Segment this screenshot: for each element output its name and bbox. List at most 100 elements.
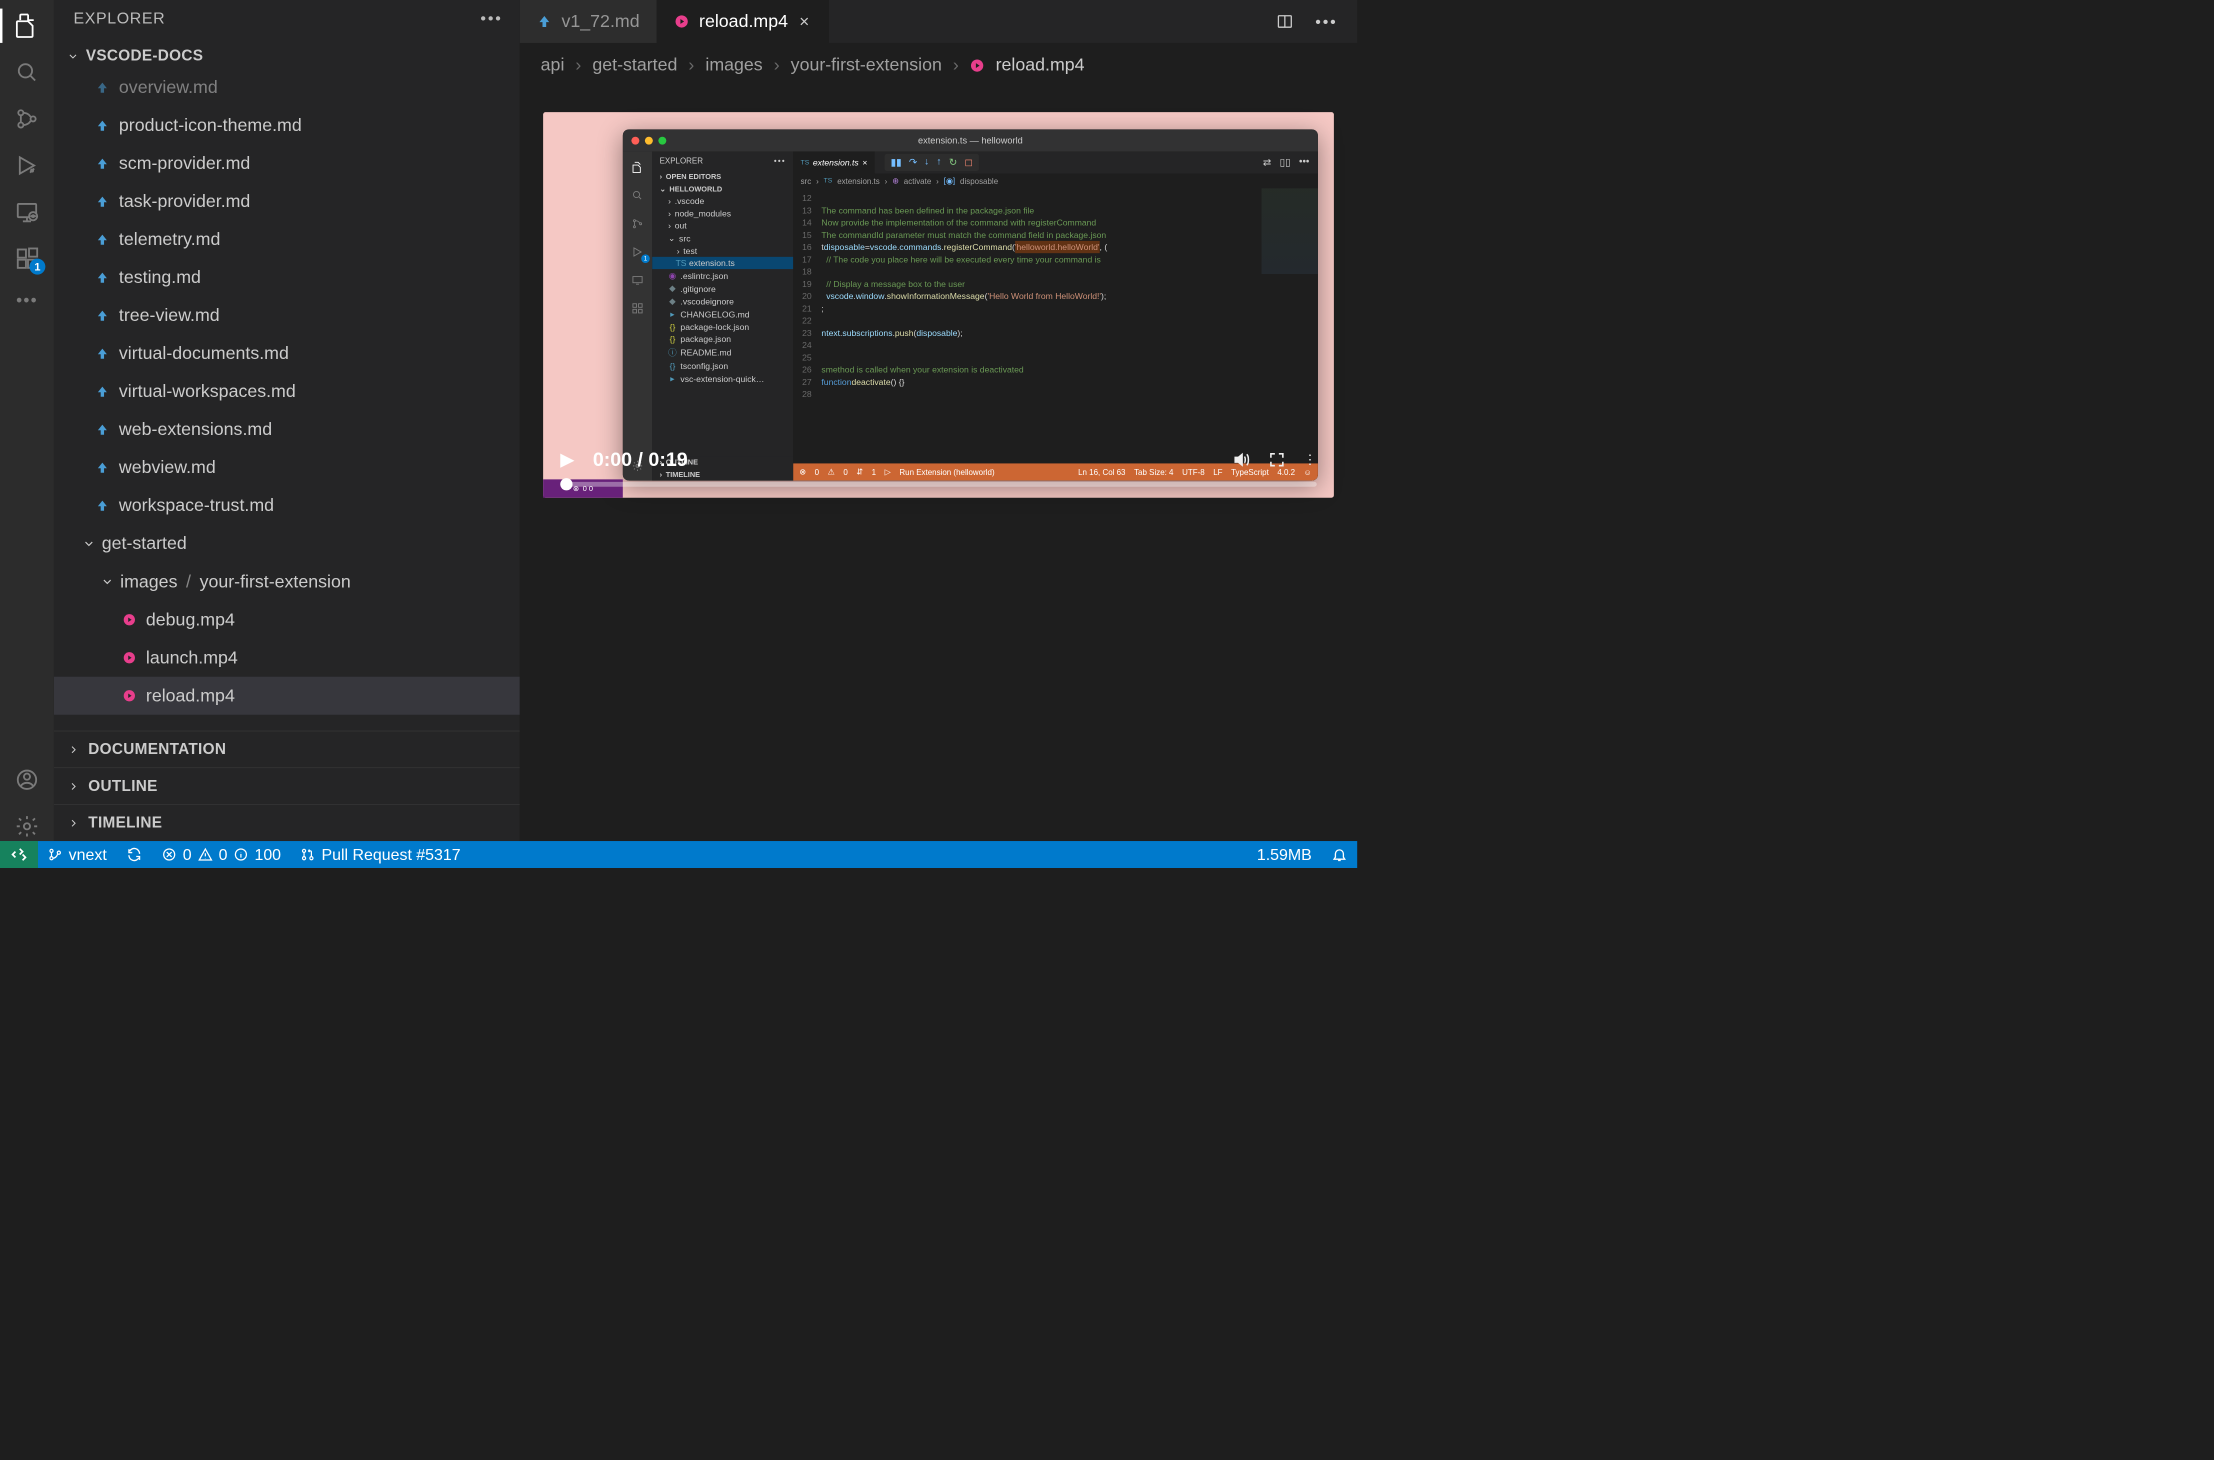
- chevron-right-icon: ›: [688, 55, 694, 75]
- chevron-down-icon: [82, 537, 95, 550]
- file-item[interactable]: task-provider.md: [54, 183, 520, 221]
- file-label: task-provider.md: [119, 192, 250, 212]
- breadcrumb-item[interactable]: reload.mp4: [996, 55, 1085, 75]
- breadcrumb-item[interactable]: get-started: [592, 55, 677, 75]
- extensions-icon[interactable]: 1: [12, 244, 41, 273]
- breadcrumb-item[interactable]: api: [541, 55, 565, 75]
- split-editor-icon[interactable]: [1276, 13, 1293, 30]
- notifications-bell-icon[interactable]: [1322, 841, 1358, 868]
- file-item[interactable]: scm-provider.md: [54, 145, 520, 183]
- inner-extensions-icon: [629, 300, 646, 317]
- file-item[interactable]: virtual-documents.md: [54, 335, 520, 373]
- video-player[interactable]: extension.ts — helloworld EXPLORE: [543, 112, 1334, 498]
- inner-explorer-label: EXPLORER: [660, 156, 703, 165]
- breadcrumb-item[interactable]: images: [705, 55, 762, 75]
- markdown-icon: [537, 14, 552, 29]
- video-icon: [970, 58, 985, 73]
- file-label: product-icon-theme.md: [119, 116, 302, 136]
- inner-crumb-item: activate: [904, 176, 931, 185]
- inner-tree-item: node_modules: [675, 208, 731, 218]
- search-icon[interactable]: [12, 58, 41, 87]
- volume-icon[interactable]: [1232, 450, 1250, 468]
- chevron-down-icon: [101, 575, 114, 588]
- file-label: launch.mp4: [146, 648, 238, 668]
- file-item[interactable]: product-icon-theme.md: [54, 107, 520, 145]
- remote-indicator[interactable]: [0, 841, 38, 868]
- problems-indicator[interactable]: 0 0 100: [152, 841, 291, 868]
- folder-get-started[interactable]: get-started: [54, 525, 520, 563]
- info-count: 100: [254, 845, 281, 864]
- video-controls: ▶ 0:00 / 0:19 ⋮: [543, 430, 1334, 497]
- file-item[interactable]: testing.md: [54, 259, 520, 297]
- file-item[interactable]: tree-view.md: [54, 297, 520, 335]
- editor-area: v1_72.md reload.mp4 ••• api › get-starte…: [520, 0, 1357, 841]
- file-label: virtual-workspaces.md: [119, 382, 296, 402]
- file-label: telemetry.md: [119, 230, 220, 250]
- tab-reload[interactable]: reload.mp4: [657, 0, 829, 43]
- source-control-icon[interactable]: [12, 104, 41, 133]
- tab-label: v1_72.md: [562, 11, 640, 31]
- file-item[interactable]: web-extensions.md: [54, 411, 520, 449]
- markdown-icon: [96, 233, 109, 246]
- file-item[interactable]: webview.md: [54, 449, 520, 487]
- tab-v1-72[interactable]: v1_72.md: [520, 0, 658, 43]
- play-button[interactable]: ▶: [560, 449, 574, 470]
- inner-explorer-icon: [629, 159, 646, 176]
- folder-images[interactable]: images / your-first-extension: [54, 563, 520, 601]
- accounts-icon[interactable]: [12, 765, 41, 794]
- sidebar: EXPLORER ••• VSCODE-DOCS overview.md prod…: [54, 0, 520, 841]
- more-actions-icon[interactable]: •••: [1315, 12, 1337, 31]
- inner-open-editors: OPEN EDITORS: [666, 172, 721, 181]
- close-icon[interactable]: [798, 15, 811, 28]
- sidebar-menu-icon[interactable]: •••: [480, 9, 502, 28]
- remote-explorer-icon[interactable]: [12, 197, 41, 226]
- file-item[interactable]: launch.mp4: [54, 639, 520, 677]
- markdown-icon: [96, 81, 109, 94]
- breadcrumb[interactable]: api › get-started › images › your-first-…: [520, 43, 1357, 88]
- inner-tree-item: CHANGELOG.md: [680, 309, 749, 319]
- file-label: overview.md: [119, 78, 218, 98]
- tab-label: reload.mp4: [699, 11, 788, 31]
- run-debug-icon[interactable]: [12, 151, 41, 180]
- panel-label: OUTLINE: [88, 777, 157, 795]
- tree-root[interactable]: VSCODE-DOCS: [54, 44, 520, 69]
- file-item[interactable]: telemetry.md: [54, 221, 520, 259]
- path-separator: /: [186, 572, 191, 592]
- inner-helloworld: HELLOWORLD: [669, 185, 722, 194]
- filesize[interactable]: 1.59MB: [1247, 841, 1322, 868]
- sidebar-panel[interactable]: TIMELINE: [54, 804, 520, 841]
- file-item[interactable]: overview.md: [54, 69, 520, 107]
- file-item[interactable]: virtual-workspaces.md: [54, 373, 520, 411]
- git-branch[interactable]: vnext: [38, 841, 117, 868]
- video-more-icon[interactable]: ⋮: [1303, 452, 1316, 468]
- file-item[interactable]: reload.mp4: [54, 677, 520, 715]
- pull-request[interactable]: Pull Request #5317: [291, 841, 471, 868]
- breadcrumb-item[interactable]: your-first-extension: [791, 55, 942, 75]
- file-label: web-extensions.md: [119, 420, 272, 440]
- chevron-right-icon: [67, 817, 79, 829]
- inner-search-icon: [629, 187, 646, 204]
- chevron-right-icon: ›: [774, 55, 780, 75]
- markdown-icon: [96, 347, 109, 360]
- inner-tree-item: package-lock.json: [680, 322, 749, 332]
- file-item[interactable]: workspace-trust.md: [54, 487, 520, 525]
- statusbar: vnext 0 0 100 Pull Request #5317 1.59MB: [0, 841, 1357, 868]
- sync-button[interactable]: [117, 841, 153, 868]
- pr-label: Pull Request #5317: [322, 845, 461, 864]
- sidebar-title: EXPLORER: [74, 9, 166, 28]
- tab-bar: v1_72.md reload.mp4 •••: [520, 0, 1357, 43]
- activity-overflow-icon[interactable]: •••: [16, 291, 38, 311]
- file-label: testing.md: [119, 268, 201, 288]
- inner-tree-item: extension.ts: [689, 258, 735, 268]
- sidebar-panel[interactable]: DOCUMENTATION: [54, 731, 520, 768]
- panel-label: TIMELINE: [88, 814, 162, 832]
- fullscreen-icon[interactable]: [1269, 452, 1285, 468]
- sidebar-panel[interactable]: OUTLINE: [54, 767, 520, 804]
- file-item[interactable]: debug.mp4: [54, 601, 520, 639]
- settings-gear-icon[interactable]: [12, 812, 41, 841]
- explorer-icon[interactable]: [12, 11, 41, 40]
- file-label: workspace-trust.md: [119, 496, 274, 516]
- inner-tree-item: tsconfig.json: [680, 361, 728, 371]
- chevron-right-icon: ›: [575, 55, 581, 75]
- video-progress[interactable]: [560, 482, 1316, 487]
